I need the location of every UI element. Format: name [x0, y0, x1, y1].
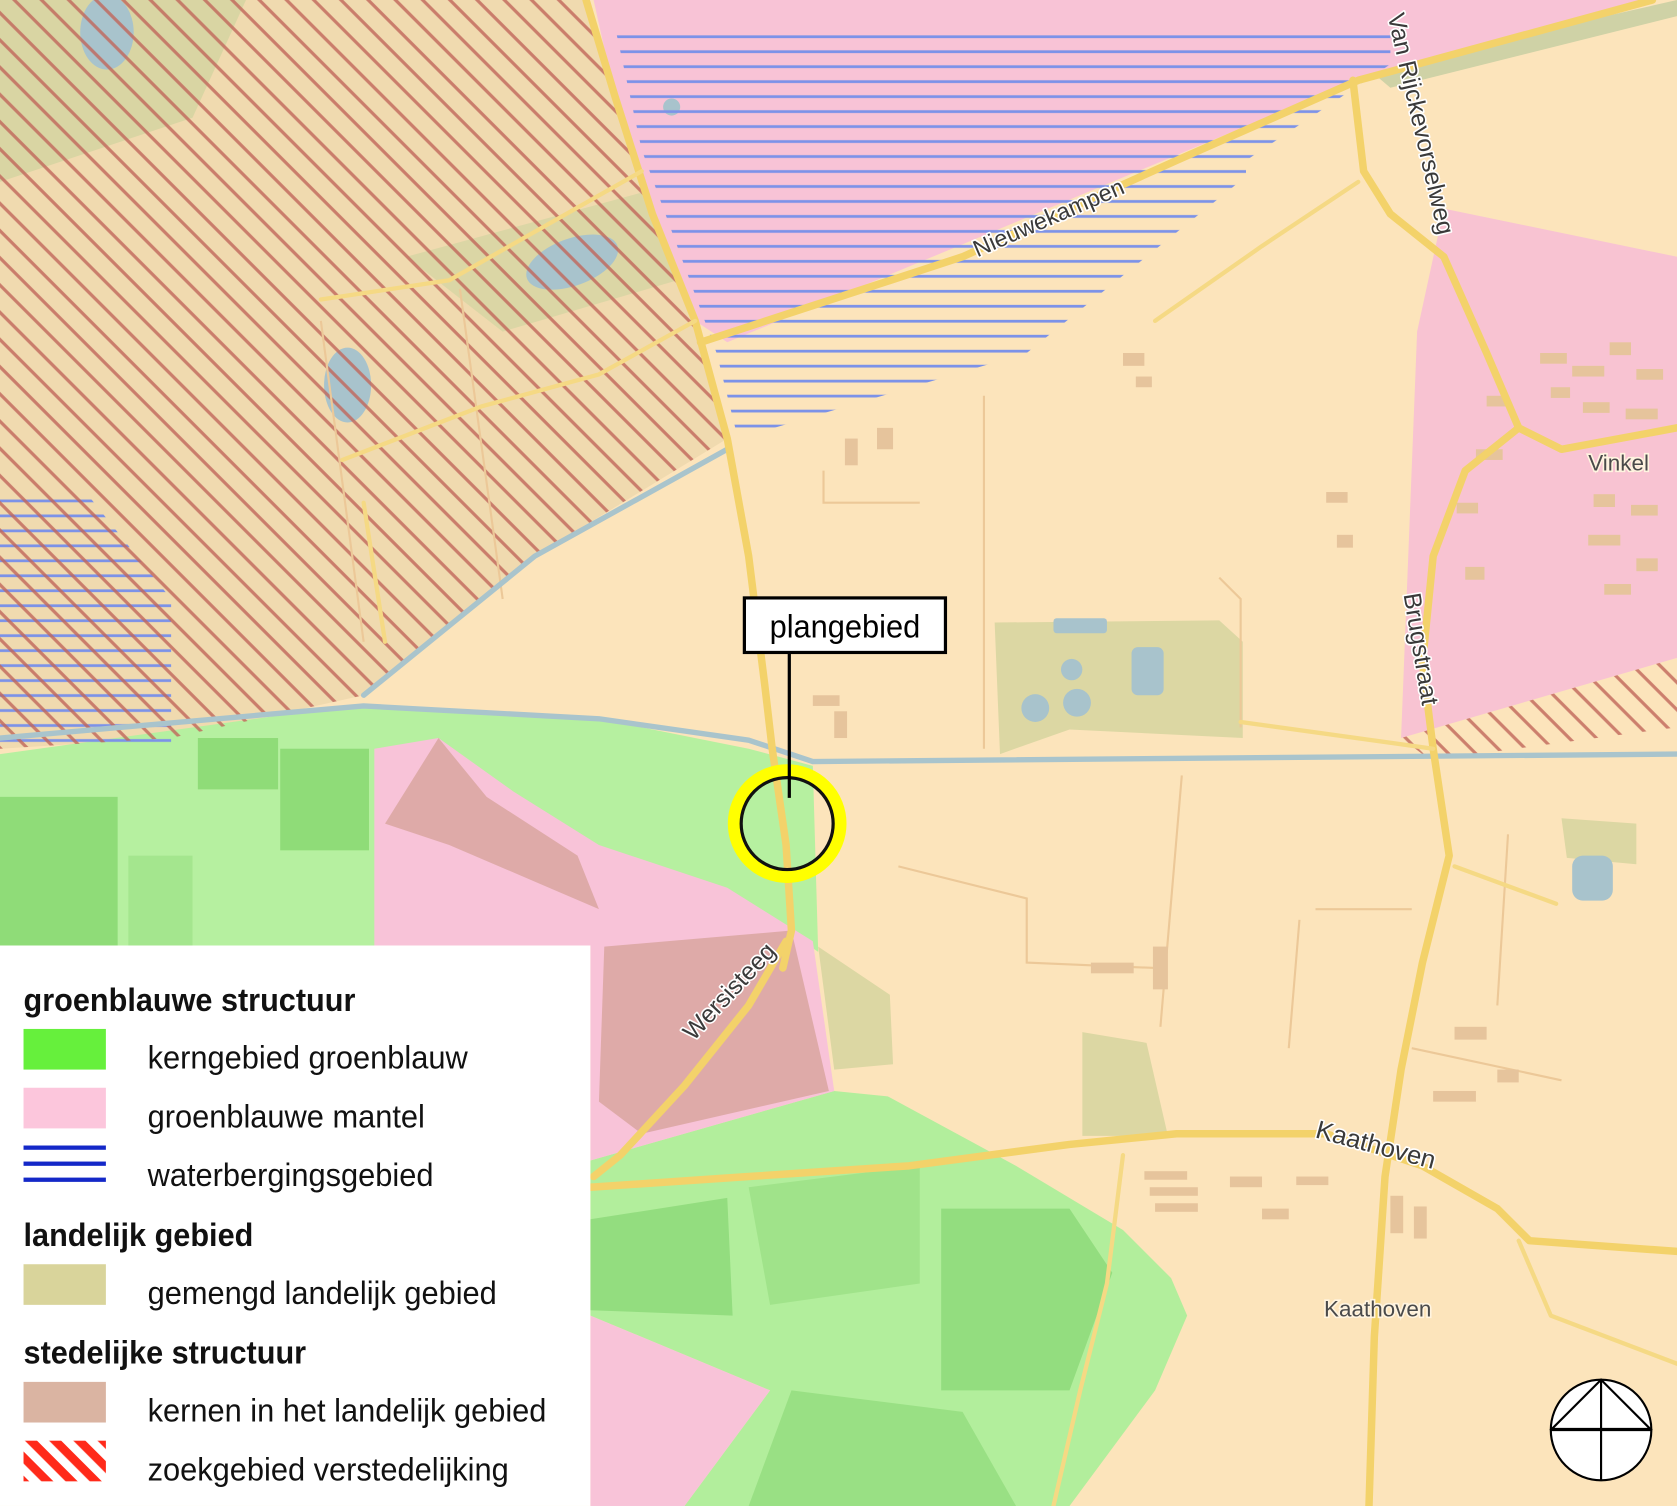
legend-swatch-groenblauwe-mantel [23, 1087, 106, 1129]
green-field [0, 796, 118, 946]
legend-heading-groenblauwe-structuur: groenblauwe structuur [24, 982, 356, 1018]
building [1229, 1176, 1263, 1188]
building [1296, 1176, 1329, 1186]
building [834, 711, 848, 739]
pond [1572, 855, 1613, 901]
building [1550, 387, 1571, 398]
legend-label-waterbergingsgebied: waterbergingsgebied [147, 1158, 434, 1194]
legend-swatch-line [23, 1177, 106, 1182]
legend-heading-landelijk-gebied: landelijk gebied [24, 1217, 254, 1253]
green-field [197, 738, 279, 790]
building [877, 427, 894, 450]
water-tank [1063, 688, 1091, 717]
building [1631, 504, 1658, 516]
legend-label-gemengd-landelijk-gebied: gemengd landelijk gebied [148, 1275, 497, 1311]
zoning-map: Van Rijckevorselweg Nieuwekampen Vinkel … [0, 0, 1677, 1506]
water-tank [1060, 658, 1083, 681]
legend: groenblauwe structuur kerngebied groenbl… [0, 945, 591, 1506]
legend-swatch-line [23, 1161, 106, 1166]
building [1262, 1208, 1289, 1220]
building [1625, 408, 1658, 420]
place-label-kaathoven: Kaathoven [1324, 1297, 1431, 1322]
building [1390, 1195, 1404, 1234]
building [1454, 1026, 1487, 1040]
legend-label-kernen-landelijk-gebied: kernen in het landelijk gebied [148, 1393, 547, 1429]
building [1433, 1090, 1476, 1102]
building [1572, 365, 1605, 377]
building [812, 695, 840, 706]
green-field [280, 748, 369, 851]
building [1413, 1206, 1427, 1239]
building [1497, 1069, 1519, 1083]
place-label-vinkel: Vinkel [1588, 451, 1649, 476]
building [1336, 534, 1353, 548]
green-field [128, 855, 193, 946]
water-tank [1021, 694, 1050, 722]
building [1149, 1187, 1198, 1196]
legend-swatch-kerngebied-groenblauw [23, 1028, 106, 1070]
water-basin [1131, 647, 1164, 696]
building [1326, 492, 1348, 503]
building [1456, 502, 1479, 514]
building [1636, 369, 1664, 380]
building [1593, 494, 1615, 508]
legend-label-groenblauwe-mantel: groenblauwe mantel [148, 1099, 425, 1135]
building [1540, 353, 1567, 364]
legend-heading-stedelijke-structuur: stedelijke structuur [24, 1335, 307, 1371]
building [1155, 1203, 1198, 1212]
building [1135, 376, 1152, 388]
building [844, 438, 858, 466]
building [1465, 566, 1485, 580]
callout-label: plangebied [770, 609, 921, 645]
legend-swatch-zoekgebied-verstedelijking [23, 1440, 106, 1482]
green-field [748, 1165, 920, 1305]
legend-label-kerngebied-groenblauw: kerngebied groenblauw [148, 1040, 468, 1076]
building [1144, 1171, 1188, 1180]
building [1090, 962, 1134, 974]
building [1122, 353, 1145, 366]
building [1152, 946, 1168, 990]
legend-swatch-line [23, 1145, 106, 1150]
legend-swatch-gemengd-landelijk-gebied [23, 1264, 106, 1305]
north-arrow-icon [1549, 1378, 1653, 1482]
building [1609, 342, 1632, 356]
building [1604, 584, 1632, 595]
building [1582, 402, 1610, 413]
legend-label-zoekgebied-verstedelijking: zoekgebied verstedelijking [148, 1452, 509, 1488]
legend-swatch-kernen-landelijk-gebied [23, 1381, 106, 1423]
water-basin [1053, 618, 1107, 634]
building [1636, 558, 1658, 572]
building [1588, 534, 1621, 546]
